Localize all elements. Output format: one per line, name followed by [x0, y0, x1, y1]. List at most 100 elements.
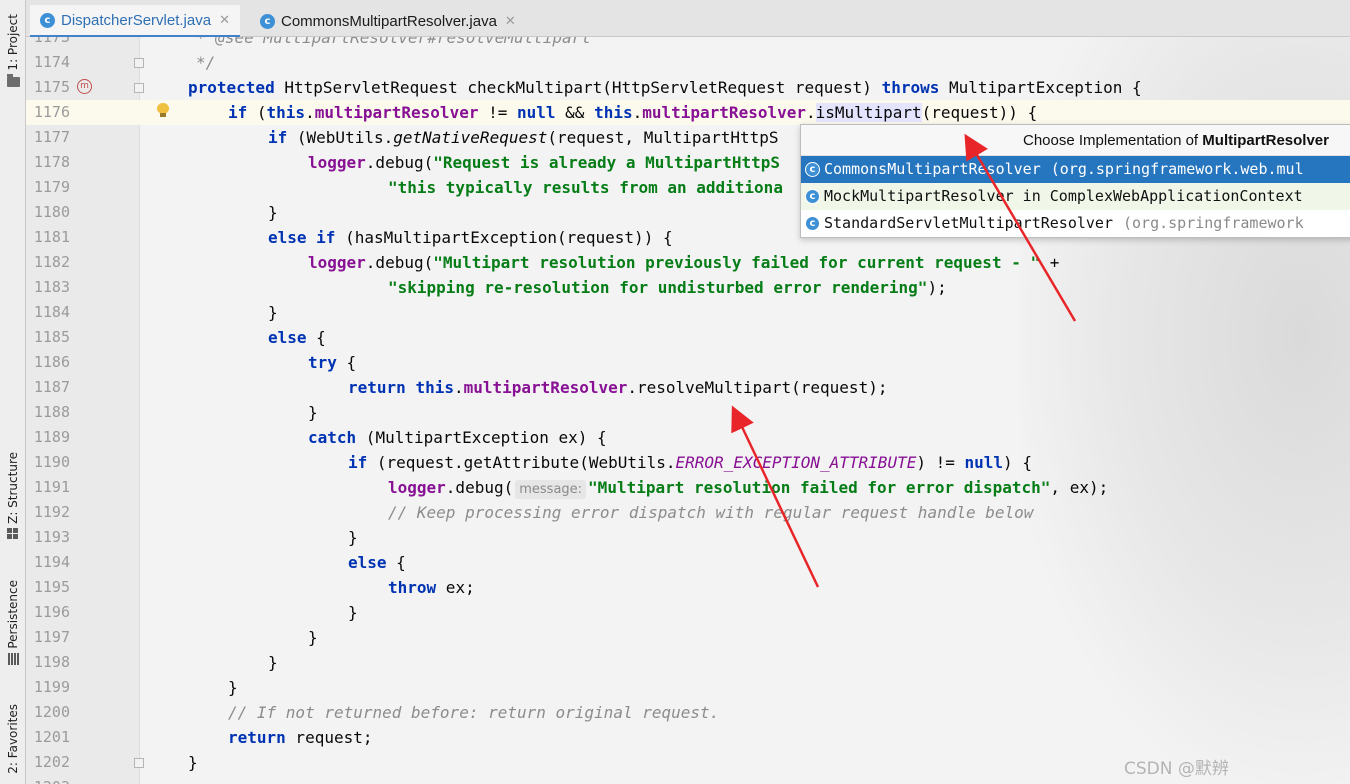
code-text: } [308, 628, 318, 647]
code-text: { [386, 553, 406, 572]
project-tool-tab[interactable]: 1: Project [0, 14, 26, 87]
line-number: 1173 [33, 37, 70, 46]
line-number: 1186 [33, 353, 70, 371]
structure-icon [7, 527, 19, 540]
line-number: 1174 [33, 53, 70, 71]
code-text: } [268, 303, 278, 322]
code-string: "Multipart resolution failed for error d… [588, 478, 1051, 497]
code-field: multipartResolver [463, 378, 628, 397]
class-icon: c [805, 189, 820, 204]
intention-bulb-icon[interactable] [157, 103, 169, 118]
line-number: 1179 [33, 178, 70, 196]
code-line: 1186 try { [26, 350, 1350, 375]
code-line: 1197} [26, 625, 1350, 650]
line-number: 1188 [33, 403, 70, 421]
line-number: 1189 [33, 428, 70, 446]
code-line: 1199} [26, 675, 1350, 700]
line-number: 1185 [33, 328, 70, 346]
code-line: 1200 // If not returned before: return or… [26, 700, 1350, 725]
class-icon: c [260, 13, 275, 29]
code-text: */ [196, 53, 216, 72]
editor-tab-bar: c DispatcherServlet.java ✕ c CommonsMult… [26, 0, 1350, 38]
line-number: 1182 [33, 253, 70, 271]
line-number: 1180 [33, 203, 70, 221]
code-line: 1175 m protected HttpServletRequest checkM… [26, 75, 1350, 100]
code-text: MultipartException { [939, 78, 1142, 97]
line-number: 1177 [33, 128, 70, 146]
favorites-tool-tab[interactable]: 2: Favorites [0, 704, 26, 774]
code-constant: ERROR_EXCEPTION_ATTRIBUTE [675, 453, 917, 472]
code-keyword: return [348, 378, 406, 397]
code-string: "this typically results from an addition… [388, 178, 783, 197]
code-text: (MultipartException ex) { [356, 428, 607, 447]
impl-item-package: (org.springframework [1122, 214, 1304, 232]
code-text: (request.getAttribute(WebUtils. [367, 453, 676, 472]
impl-item-mock[interactable]: c MockMultipartResolver in ComplexWebApp… [801, 183, 1350, 210]
code-field: multipartResolver [642, 103, 806, 122]
tab-commons-multipart-resolver[interactable]: c CommonsMultipartResolver.java ✕ [250, 5, 526, 37]
is-multipart-method[interactable]: isMultipart [815, 103, 922, 122]
code-keyword: if [348, 453, 368, 472]
impl-item-standard[interactable]: c StandardServletMultipartResolver (org.… [801, 210, 1350, 237]
line-number: 1190 [33, 453, 70, 471]
code-text: } [308, 403, 318, 422]
code-text: . [806, 103, 816, 122]
impl-item-name: CommonsMultipartResolver [824, 160, 1041, 178]
code-text: HttpServletRequest checkMultipart(HttpSe… [274, 78, 882, 97]
code-keyword: else [348, 553, 387, 572]
code-line: 1192 // Keep processing error dispatch wi… [26, 500, 1350, 525]
fold-icon[interactable] [134, 83, 144, 93]
code-text: { [336, 353, 357, 372]
line-number: 1191 [33, 478, 70, 496]
fold-icon[interactable] [134, 758, 144, 768]
code-comment: // If not returned before: return origin… [228, 703, 720, 722]
structure-tool-tab[interactable]: Z: Structure [0, 452, 26, 540]
code-text: } [228, 678, 238, 697]
code-keyword: else if [268, 228, 336, 247]
code-line: 1193} [26, 525, 1350, 550]
close-icon[interactable]: ✕ [219, 12, 230, 28]
line-number: 1183 [33, 278, 70, 296]
line-number: 1192 [33, 503, 70, 521]
project-tool-label: 1: Project [6, 14, 20, 71]
fold-icon[interactable] [134, 58, 144, 68]
code-line: 1189 catch (MultipartException ex) { [26, 425, 1350, 450]
code-text: (hasMultipartException(request)) { [335, 228, 673, 247]
line-number: 1175 [33, 78, 70, 96]
tab-dispatcher-servlet[interactable]: c DispatcherServlet.java ✕ [30, 5, 240, 38]
line-number: 1201 [33, 728, 70, 746]
line-number: 1194 [33, 553, 70, 571]
line-number: 1200 [33, 703, 70, 721]
code-text: } [348, 603, 358, 622]
class-icon: c [40, 12, 55, 28]
code-keyword: throw [388, 578, 437, 597]
code-text: ( [247, 103, 267, 122]
code-text: } [268, 653, 278, 672]
popup-title: Choose Implementation of MultipartResolv… [801, 125, 1350, 156]
favorites-tool-label: 2: Favorites [6, 704, 20, 774]
code-line: 1198} [26, 650, 1350, 675]
code-keyword: else [268, 328, 307, 347]
line-number: 1196 [33, 603, 70, 621]
impl-item-commons[interactable]: c CommonsMultipartResolver (org.springfr… [801, 156, 1350, 183]
choose-implementation-popup[interactable]: Choose Implementation of MultipartResolv… [800, 124, 1350, 238]
close-icon[interactable]: ✕ [505, 13, 516, 29]
persistence-tool-tab[interactable]: Persistence [0, 580, 26, 665]
code-line: 1195 throw ex; [26, 575, 1350, 600]
popup-title-interface: MultipartResolver [1202, 132, 1329, 149]
code-line: 1184} [26, 300, 1350, 325]
parameter-hint: message: [515, 480, 587, 499]
code-line: 1173 * @see MultipartResolver#resolveMult… [26, 37, 1350, 50]
line-number: 1187 [33, 378, 70, 396]
code-string: "Request is already a MultipartHttpS [433, 153, 781, 172]
code-keyword: catch [308, 428, 357, 447]
code-line: 1185 else { [26, 325, 1350, 350]
code-line: 1201 return request; [26, 725, 1350, 750]
code-text: ); [927, 278, 947, 297]
code-text: } [188, 753, 198, 772]
code-comment: // Keep processing error dispatch with r… [388, 503, 1034, 522]
method-marker-icon[interactable]: m [77, 79, 92, 94]
code-keyword: this [266, 103, 306, 122]
line-number: 1195 [33, 578, 70, 596]
